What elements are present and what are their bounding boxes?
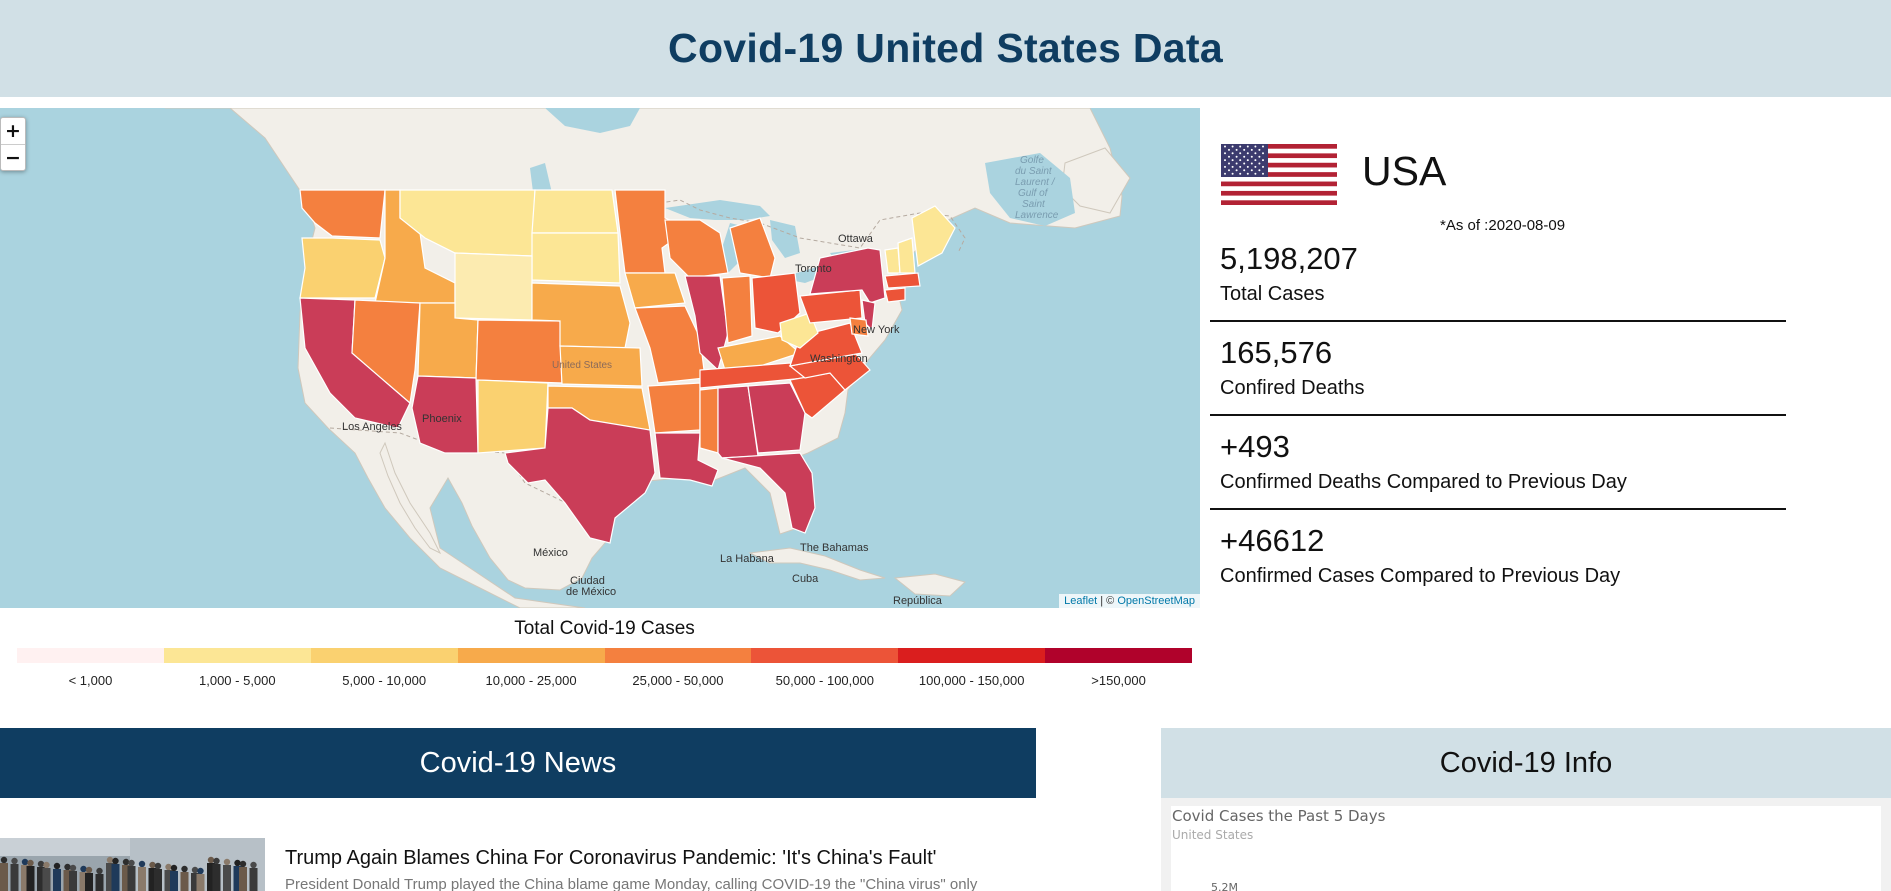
legend-swatch: [310, 648, 458, 663]
state-new-mexico[interactable]: [477, 379, 549, 454]
label-los-angeles: Los Angeles: [342, 421, 402, 433]
legend-swatch: [604, 648, 752, 663]
label-gulf-6: Lawrence: [1015, 210, 1059, 221]
chart-subtitle: United States: [1172, 828, 1254, 842]
news-title-link[interactable]: Trump Again Blames China For Coronavirus…: [285, 847, 936, 870]
legend-title: Total Covid-19 Cases: [514, 618, 695, 639]
map-canvas[interactable]: Golfe du Saint Laurent / Gulf of Saint L…: [0, 108, 1200, 608]
stat-new-cases: +46612 Confirmed Cases Compared to Previ…: [1210, 510, 1786, 590]
us-covid-map[interactable]: Golfe du Saint Laurent / Gulf of Saint L…: [0, 108, 1200, 608]
map-legend: Total Covid-19 Cases < 1,000 1,000 - 5,00…: [17, 614, 1192, 694]
label-mexico: México: [533, 547, 568, 559]
legend-label: 100,000 - 150,000: [918, 673, 1025, 688]
info-chart-container: Covid Cases the Past 5 Days United State…: [1161, 798, 1891, 891]
page-header: Covid-19 United States Data: [0, 0, 1891, 97]
leaflet-link[interactable]: Leaflet: [1064, 595, 1097, 607]
state-oregon[interactable]: [299, 237, 386, 299]
new-deaths-value: +493: [1220, 429, 1290, 464]
zoom-in-button[interactable]: +: [1, 118, 25, 144]
stat-total-cases: 5,198,207 Total Cases: [1210, 238, 1786, 322]
legend-swatch: [163, 648, 311, 663]
label-toronto: Toronto: [795, 263, 832, 275]
deaths-label: Confired Deaths: [1220, 377, 1365, 399]
state-indiana[interactable]: [721, 275, 753, 344]
news-summary: President Donald Trump played the China …: [285, 876, 978, 891]
as-of-date: *As of :2020-08-09: [1440, 217, 1566, 234]
label-phoenix: Phoenix: [422, 413, 462, 425]
total-cases-value: 5,198,207: [1220, 241, 1358, 276]
zoom-control: + −: [0, 117, 26, 171]
label-new-york: New York: [853, 324, 900, 336]
legend-label: 25,000 - 50,000: [632, 673, 724, 688]
zoom-out-button[interactable]: −: [1, 144, 25, 170]
state-colorado[interactable]: [475, 319, 563, 384]
state-connecticut[interactable]: [884, 287, 906, 303]
legend-labels: < 1,000 1,000 - 5,000 5,000 - 10,000 10,000…: [17, 673, 1192, 688]
label-gulf-5: Saint: [1022, 199, 1046, 210]
state-mississippi[interactable]: [699, 387, 719, 454]
total-cases-label: Total Cases: [1220, 283, 1325, 305]
new-cases-label: Confirmed Cases Compared to Previous Day: [1220, 565, 1621, 587]
state-wyoming[interactable]: [454, 252, 533, 321]
new-cases-value: +46612: [1220, 523, 1325, 558]
chart-title: Covid Cases the Past 5 Days: [1172, 807, 1386, 825]
news-header-title: Covid-19 News: [419, 746, 617, 779]
legend-swatch: [751, 648, 899, 663]
label-republica: República: [893, 595, 943, 607]
map-attribution: Leaflet | © OpenStreetMap: [1059, 594, 1200, 608]
label-gulf-2: du Saint: [1015, 166, 1053, 177]
legend-label: 5,000 - 10,000: [342, 673, 427, 688]
news-item[interactable]: Trump Again Blames China For Coronavirus…: [0, 838, 1036, 891]
legend-label: 50,000 - 100,000: [775, 673, 874, 688]
label-gulf-4: Gulf of: [1018, 188, 1049, 199]
label-la-habana: La Habana: [720, 553, 775, 565]
country-stats-panel: USA *As of :2020-08-09 5,198,207 Total C…: [1210, 108, 1786, 608]
state-new-hampshire[interactable]: [897, 237, 916, 274]
legend-swatch: [17, 648, 164, 663]
attribution-separator: | ©: [1097, 595, 1118, 607]
usa-flag-icon: [1221, 144, 1337, 205]
news-section-header: Covid-19 News: [0, 728, 1036, 798]
legend-label: >150,000: [1091, 673, 1146, 688]
legend-swatch: [457, 648, 605, 663]
state-arkansas[interactable]: [647, 382, 701, 434]
label-united-states: United States: [552, 360, 612, 371]
legend-label: < 1,000: [68, 673, 113, 688]
state-south-dakota[interactable]: [531, 232, 621, 284]
stat-new-deaths: +493 Confirmed Deaths Compared to Previo…: [1210, 416, 1786, 510]
legend-swatch: [898, 648, 1046, 663]
label-washington: Washington: [810, 353, 868, 365]
label-de-mexico: de México: [566, 586, 616, 598]
label-gulf-1: Golfe: [1020, 155, 1044, 166]
country-name: USA: [1362, 148, 1447, 194]
state-vermont[interactable]: [884, 247, 901, 274]
new-deaths-label: Confirmed Deaths Compared to Previous Da…: [1220, 471, 1627, 493]
openstreetmap-link[interactable]: OpenStreetMap: [1117, 595, 1195, 607]
legend-swatches: [17, 648, 1192, 663]
info-header-title: Covid-19 Info: [1439, 746, 1613, 779]
legend-label: 1,000 - 5,000: [199, 673, 276, 688]
label-ottawa: Ottawa: [838, 233, 874, 245]
cases-chart-card: Covid Cases the Past 5 Days United State…: [1171, 806, 1881, 891]
state-massachusetts[interactable]: [884, 272, 921, 289]
label-the-bahamas: The Bahamas: [800, 542, 869, 554]
page-title: Covid-19 United States Data: [668, 25, 1223, 71]
legend-label: 10,000 - 25,000: [485, 673, 577, 688]
label-cuba: Cuba: [792, 573, 819, 585]
info-section-header: Covid-19 Info: [1161, 728, 1891, 798]
state-iowa[interactable]: [624, 272, 686, 309]
state-north-dakota[interactable]: [531, 189, 619, 234]
news-thumbnail[interactable]: [0, 838, 265, 891]
chart-y-tick: 5.2M: [1211, 881, 1238, 891]
label-gulf-3: Laurent /: [1015, 177, 1056, 188]
stat-deaths: 165,576 Confired Deaths: [1210, 322, 1786, 416]
deaths-value: 165,576: [1220, 335, 1333, 370]
legend-swatch: [1045, 648, 1192, 663]
